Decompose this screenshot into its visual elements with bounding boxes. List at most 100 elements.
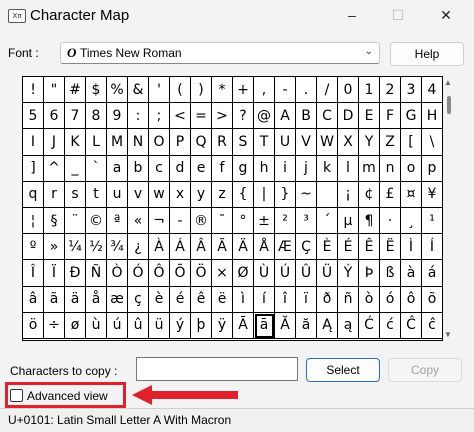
char-cell[interactable]: Ü (317, 260, 338, 287)
char-cell[interactable]: t (86, 181, 107, 208)
char-cell[interactable]: × (212, 260, 233, 287)
char-cell[interactable]: ! (23, 77, 44, 104)
char-cell[interactable]: õ (422, 286, 443, 313)
char-cell[interactable]: \ (422, 129, 443, 156)
char-cell[interactable]: Ë (380, 234, 401, 261)
char-cell[interactable]: Ó (128, 260, 149, 287)
char-cell[interactable]: Ø (233, 260, 254, 287)
char-cell[interactable]: 9 (107, 103, 128, 130)
char-cell[interactable]: ù (86, 312, 107, 339)
char-cell[interactable]: ª (107, 207, 128, 235)
char-cell[interactable]: à (401, 260, 422, 287)
char-cell[interactable]: J (44, 129, 65, 156)
char-cell[interactable]: â (23, 286, 44, 313)
char-cell[interactable]: x (170, 181, 191, 208)
char-cell[interactable]: ¼ (65, 234, 86, 261)
char-cell[interactable]: Ð (65, 260, 86, 287)
char-cell[interactable]: ` (86, 155, 107, 182)
char-cell[interactable]: ā (254, 312, 275, 339)
char-cell[interactable]: l (338, 155, 359, 182)
char-cell[interactable]: ¿ (128, 234, 149, 261)
char-cell[interactable]: ÷ (44, 312, 65, 339)
char-cell[interactable]: À (149, 234, 170, 261)
char-cell[interactable]: º (23, 234, 44, 261)
char-cell[interactable]: Æ (275, 234, 296, 261)
char-cell[interactable]: L (86, 129, 107, 156)
char-cell[interactable]: ¯ (212, 207, 233, 235)
char-cell[interactable]: [ (401, 129, 422, 156)
char-cell[interactable]: w (149, 181, 170, 208)
char-cell[interactable]: Ĉ (401, 312, 422, 339)
char-cell[interactable]: ó (380, 286, 401, 313)
char-cell[interactable]: ü (149, 312, 170, 339)
char-cell[interactable]: Ç (296, 234, 317, 261)
char-cell[interactable]: # (65, 77, 86, 104)
char-cell[interactable]: ^ (44, 155, 65, 182)
char-cell[interactable]: Q (191, 129, 212, 156)
scroll-up-icon[interactable]: ▲ (444, 78, 452, 87)
char-cell[interactable]: Í (422, 234, 443, 261)
char-cell[interactable]: e (191, 155, 212, 182)
char-cell[interactable]: ¶ (359, 207, 380, 235)
char-cell[interactable]: ß (380, 260, 401, 287)
char-cell[interactable]: Ì (401, 234, 422, 261)
font-dropdown[interactable]: O Times New Roman ⌄ (60, 42, 380, 64)
char-cell[interactable]: ć (380, 312, 401, 339)
char-cell[interactable]: Û (296, 260, 317, 287)
char-cell[interactable]: ] (23, 155, 44, 182)
title-bar[interactable]: Xπ Character Map – ☐ ✕ (0, 0, 474, 30)
char-cell[interactable]: d (170, 155, 191, 182)
char-cell[interactable]: I (23, 129, 44, 156)
char-cell[interactable]: ì (233, 286, 254, 313)
char-cell[interactable]: ¡ (338, 181, 359, 208)
char-cell[interactable]: ö (23, 312, 44, 339)
minimize-button[interactable]: – (342, 6, 362, 24)
char-cell[interactable]: 3 (401, 77, 422, 104)
char-cell[interactable]: a (107, 155, 128, 182)
char-cell[interactable]: ' (149, 77, 170, 104)
char-cell[interactable]: & (128, 77, 149, 104)
char-cell[interactable]: Ú (275, 260, 296, 287)
char-cell[interactable]: « (128, 207, 149, 235)
char-cell[interactable]: b (128, 155, 149, 182)
char-cell[interactable]: E (359, 103, 380, 130)
select-button[interactable]: Select (306, 358, 380, 382)
char-cell[interactable]: B (296, 103, 317, 130)
char-cell[interactable]: Õ (170, 260, 191, 287)
char-cell[interactable]: ê (191, 286, 212, 313)
char-cell[interactable]: ( (170, 77, 191, 104)
char-cell[interactable]: 0 (338, 77, 359, 104)
char-cell[interactable]: Â (191, 234, 212, 261)
char-cell[interactable]: A (275, 103, 296, 130)
char-cell[interactable]: - (170, 207, 191, 235)
char-cell[interactable]: ¬ (149, 207, 170, 235)
char-cell[interactable]: : (128, 103, 149, 130)
advanced-view-checkbox[interactable] (10, 389, 23, 402)
char-cell[interactable]: ¤ (401, 181, 422, 208)
char-cell[interactable]: Z (380, 129, 401, 156)
char-cell[interactable]: þ (191, 312, 212, 339)
char-cell[interactable]: % (107, 77, 128, 104)
char-cell[interactable]: k (317, 155, 338, 182)
char-cell[interactable]: 7 (65, 103, 86, 130)
char-cell[interactable]: Ã (212, 234, 233, 261)
char-cell[interactable]: » (44, 234, 65, 261)
char-cell[interactable]: ? (233, 103, 254, 130)
char-cell[interactable]: H (422, 103, 443, 130)
char-cell[interactable]: < (170, 103, 191, 130)
scroll-thumb[interactable] (447, 96, 451, 114)
char-cell[interactable]: è (149, 286, 170, 313)
char-cell[interactable]: * (212, 77, 233, 104)
char-cell[interactable]: y (191, 181, 212, 208)
char-cell[interactable]: Ù (254, 260, 275, 287)
char-cell[interactable]: W (317, 129, 338, 156)
char-cell[interactable]: ú (107, 312, 128, 339)
grid-scrollbar[interactable]: ▲ ▼ (443, 76, 455, 341)
char-cell[interactable]: h (254, 155, 275, 182)
char-cell[interactable]: R (212, 129, 233, 156)
char-cell[interactable]: u (107, 181, 128, 208)
maximize-button[interactable]: ☐ (388, 6, 408, 24)
char-cell[interactable]: U (275, 129, 296, 156)
char-cell[interactable]: ¾ (107, 234, 128, 261)
char-cell[interactable]: æ (107, 286, 128, 313)
